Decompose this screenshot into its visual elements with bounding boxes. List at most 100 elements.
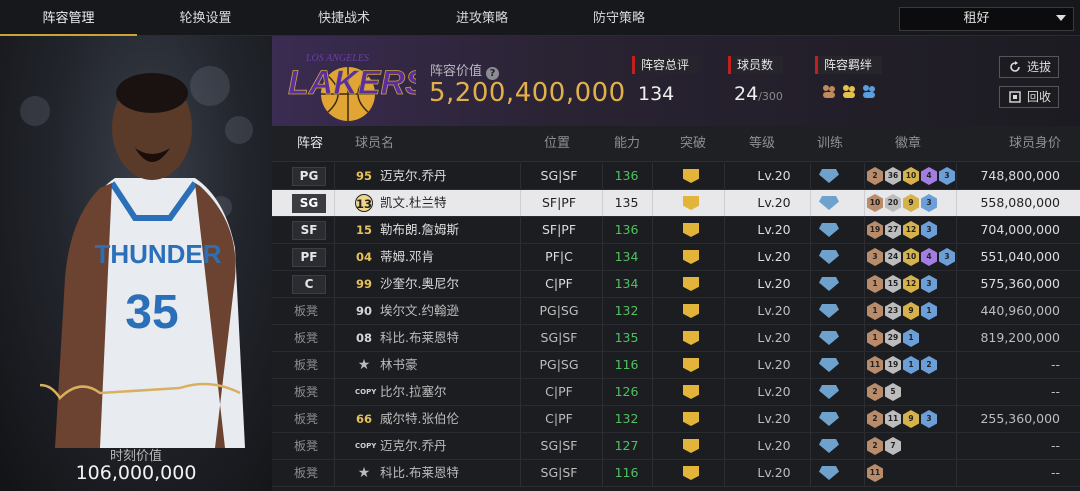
badge-hex-icon[interactable]: 2: [921, 356, 937, 374]
badge-hex-icon[interactable]: 36: [885, 167, 901, 185]
player-name[interactable]: 凯文.杜兰特: [380, 190, 446, 216]
badge-hex-icon[interactable]: 11: [867, 356, 883, 374]
header-ability[interactable]: 能力: [614, 126, 640, 162]
badge-hex-icon[interactable]: 1: [867, 275, 883, 293]
badge-hex-icon[interactable]: 4: [921, 167, 937, 185]
badge-hex-icon[interactable]: 1: [867, 329, 883, 347]
player-name[interactable]: 林书豪: [380, 352, 418, 378]
badge-hex-icon[interactable]: 3: [921, 410, 937, 428]
recycle-button[interactable]: 回收: [999, 86, 1059, 108]
position-slot-pg[interactable]: PG: [292, 167, 326, 186]
breakthrough-crown-icon[interactable]: [683, 250, 699, 264]
table-row[interactable]: SG 13 凯文.杜兰特 SF|PF 135 Lv.20 10 20 9 3 558,080,000: [272, 190, 1080, 217]
breakthrough-crown-icon[interactable]: [683, 223, 699, 237]
badge-hex-icon[interactable]: 1: [867, 302, 883, 320]
player-name[interactable]: 科比.布莱恩特: [380, 325, 459, 351]
training-icon[interactable]: [819, 385, 839, 399]
badge-hex-icon[interactable]: 29: [885, 329, 901, 347]
training-icon[interactable]: [819, 466, 839, 480]
badge-hex-icon[interactable]: 12: [903, 275, 919, 293]
player-name[interactable]: 勒布朗.詹姆斯: [380, 217, 459, 243]
badge-hex-icon[interactable]: 12: [903, 221, 919, 239]
badge-hex-icon[interactable]: 3: [921, 221, 937, 239]
badge-hex-icon[interactable]: 1: [903, 356, 919, 374]
breakthrough-crown-icon[interactable]: [683, 196, 699, 210]
badge-hex-icon[interactable]: 24: [885, 248, 901, 266]
badge-hex-icon[interactable]: 3: [921, 194, 937, 212]
tab-offense-strategy[interactable]: 进攻策略: [414, 0, 550, 36]
badge-hex-icon[interactable]: 7: [885, 437, 901, 455]
badge-hex-icon[interactable]: 3: [867, 248, 883, 266]
player-name[interactable]: 科比.布莱恩特: [380, 460, 459, 486]
header-badge[interactable]: 徽章: [895, 126, 921, 162]
training-icon[interactable]: [819, 223, 839, 237]
table-row[interactable]: PF 04 蒂姆.邓肯 PF|C 134 Lv.20 3 24 10 4 3 551,040,000: [272, 244, 1080, 271]
table-row[interactable]: 板凳 COPY 比尔.拉塞尔 C|PF 126 Lv.20 2 5 --: [272, 379, 1080, 406]
breakthrough-crown-icon[interactable]: [683, 304, 699, 318]
badge-hex-icon[interactable]: 1: [921, 302, 937, 320]
badge-hex-icon[interactable]: 9: [903, 302, 919, 320]
breakthrough-crown-icon[interactable]: [683, 385, 699, 399]
bond-icon[interactable]: [821, 83, 837, 99]
badge-hex-icon[interactable]: 15: [885, 275, 901, 293]
badge-hex-icon[interactable]: 11: [885, 410, 901, 428]
breakthrough-crown-icon[interactable]: [683, 358, 699, 372]
table-row[interactable]: PG 95 迈克尔.乔丹 SG|SF 136 Lv.20 2 36 10 4 3 748,800,00…: [272, 163, 1080, 190]
training-icon[interactable]: [819, 250, 839, 264]
tab-defense-strategy[interactable]: 防守策略: [550, 0, 688, 36]
badge-hex-icon[interactable]: 10: [903, 248, 919, 266]
header-training[interactable]: 训练: [817, 126, 843, 162]
tab-quick-tactics[interactable]: 快捷战术: [274, 0, 414, 36]
badge-hex-icon[interactable]: 19: [885, 356, 901, 374]
training-icon[interactable]: [819, 304, 839, 318]
position-slot-sf[interactable]: SF: [292, 221, 326, 240]
lineup-select-dropdown[interactable]: 租好: [899, 7, 1074, 31]
badge-hex-icon[interactable]: 10: [903, 167, 919, 185]
badge-hex-icon[interactable]: 4: [921, 248, 937, 266]
player-name[interactable]: 迈克尔.乔丹: [380, 163, 446, 189]
badge-hex-icon[interactable]: 5: [885, 383, 901, 401]
badge-hex-icon[interactable]: 9: [903, 194, 919, 212]
training-icon[interactable]: [819, 412, 839, 426]
header-level[interactable]: 等级: [749, 126, 775, 162]
training-icon[interactable]: [819, 196, 839, 210]
badge-hex-icon[interactable]: 2: [867, 410, 883, 428]
badge-hex-icon[interactable]: 1: [903, 329, 919, 347]
badge-hex-icon[interactable]: 11: [867, 464, 883, 482]
position-slot-sg[interactable]: SG: [292, 194, 326, 213]
breakthrough-crown-icon[interactable]: [683, 277, 699, 291]
player-name[interactable]: 迈克尔.乔丹: [380, 433, 446, 459]
table-row[interactable]: 板凳 90 埃尔文.约翰逊 PG|SG 132 Lv.20 1 23 9 1 440,960,000: [272, 298, 1080, 325]
badge-hex-icon[interactable]: 3: [921, 275, 937, 293]
player-name[interactable]: 蒂姆.邓肯: [380, 244, 434, 270]
training-icon[interactable]: [819, 169, 839, 183]
table-row[interactable]: 板凳 66 威尔特.张伯伦 C|PF 132 Lv.20 2 11 9 3 255,360,000: [272, 406, 1080, 433]
bond-icon[interactable]: [841, 83, 857, 99]
table-row[interactable]: 板凳 08 科比.布莱恩特 SG|SF 135 Lv.20 1 29 1 819,200,000: [272, 325, 1080, 352]
breakthrough-crown-icon[interactable]: [683, 169, 699, 183]
table-row[interactable]: 板凳 ★ 科比.布莱恩特 SG|SF 116 Lv.20 11 --: [272, 460, 1080, 487]
bond-icon[interactable]: [861, 83, 877, 99]
badge-hex-icon[interactable]: 9: [903, 410, 919, 428]
training-icon[interactable]: [819, 358, 839, 372]
player-name[interactable]: 埃尔文.约翰逊: [380, 298, 459, 324]
tab-rotation-settings[interactable]: 轮换设置: [137, 0, 274, 36]
breakthrough-crown-icon[interactable]: [683, 466, 699, 480]
tab-lineup-management[interactable]: 阵容管理: [0, 0, 137, 36]
table-row[interactable]: 板凳 COPY 迈克尔.乔丹 SG|SF 127 Lv.20 2 7 --: [272, 433, 1080, 460]
player-name[interactable]: 威尔特.张伯伦: [380, 406, 459, 432]
table-row[interactable]: SF 15 勒布朗.詹姆斯 SF|PF 136 Lv.20 19 27 12 3 704,000,0…: [272, 217, 1080, 244]
breakthrough-crown-icon[interactable]: [683, 412, 699, 426]
breakthrough-crown-icon[interactable]: [683, 439, 699, 453]
badge-hex-icon[interactable]: 2: [867, 383, 883, 401]
breakthrough-crown-icon[interactable]: [683, 331, 699, 345]
header-value[interactable]: 球员身价: [1009, 126, 1061, 162]
badge-hex-icon[interactable]: 10: [867, 194, 883, 212]
player-name[interactable]: 沙奎尔.奥尼尔: [380, 271, 459, 297]
header-breakthrough[interactable]: 突破: [680, 126, 706, 162]
badge-hex-icon[interactable]: 2: [867, 437, 883, 455]
badge-hex-icon[interactable]: 27: [885, 221, 901, 239]
training-icon[interactable]: [819, 331, 839, 345]
header-position[interactable]: 位置: [544, 126, 570, 162]
table-row[interactable]: 板凳 ★ 林书豪 PG|SG 116 Lv.20 11 19 1 2 --: [272, 352, 1080, 379]
